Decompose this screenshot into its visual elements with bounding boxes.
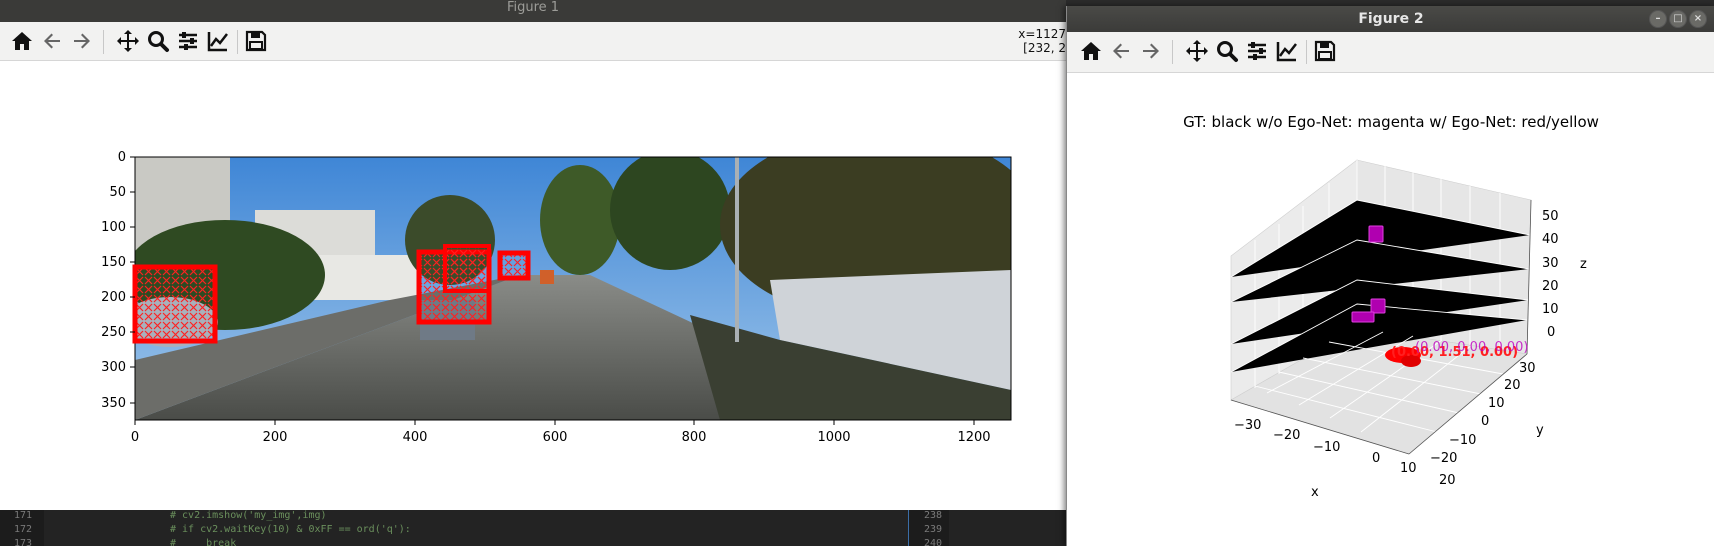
z-tick-label: 30 xyxy=(1542,256,1559,271)
x-tick-labels: 0 200 400 600 800 1000 1200 xyxy=(131,430,991,445)
code-line[interactable]: # break xyxy=(170,538,236,546)
close-icon[interactable]: × xyxy=(1689,10,1707,28)
y-tick-label: 100 xyxy=(101,220,126,235)
y-tick-label: 150 xyxy=(101,255,126,270)
back-icon[interactable] xyxy=(1108,38,1134,64)
save-icon[interactable] xyxy=(1312,38,1338,64)
x-tick-label: 600 xyxy=(543,430,568,445)
z-axis-label: z xyxy=(1580,257,1587,272)
y-tick-label: 50 xyxy=(109,185,126,200)
line-number: 240 xyxy=(924,538,943,546)
y-tick-labels: 0 50 100 150 200 250 300 350 xyxy=(101,150,126,411)
coordinate-readout: x=1127 [232, 2 xyxy=(1018,27,1066,55)
y-tick-label: 0 xyxy=(1481,414,1489,429)
forward-icon[interactable] xyxy=(1138,38,1164,64)
edit-axis-icon[interactable] xyxy=(205,28,231,54)
x-tick-label: −10 xyxy=(1313,440,1340,455)
figure-2-3d-plot[interactable]: GT: black w/o Ego-Net: magenta w/ Ego-Ne… xyxy=(1067,72,1714,546)
x-tick-label: −20 xyxy=(1273,428,1300,443)
y-tick-label: 0 xyxy=(118,150,126,165)
z-tick-labels: 50 40 30 20 10 0 xyxy=(1542,209,1559,340)
x-tick-label: 0 xyxy=(1372,451,1380,466)
toolbar-separator xyxy=(237,30,238,54)
y-tick-label: 20 xyxy=(1504,378,1521,393)
y-tick-label: 30 xyxy=(1519,361,1536,376)
line-number: 171 xyxy=(14,510,33,521)
figure-1-titlebar: Figure 1 xyxy=(0,0,1066,22)
y-tick-label: 250 xyxy=(101,325,126,340)
z-tick-label: 0 xyxy=(1547,325,1555,340)
toolbar-separator xyxy=(103,30,104,54)
y-tick-label: 200 xyxy=(101,290,126,305)
y-tick-label: 300 xyxy=(101,360,126,375)
code-line[interactable]: # if cv2.waitKey(10) & 0xFF == ord('q'): xyxy=(170,524,411,535)
configure-subplots-icon[interactable] xyxy=(1244,38,1270,64)
x-tick-label: 800 xyxy=(682,430,707,445)
figure-1-toolbar: x=1127 [232, 2 xyxy=(0,22,1066,61)
toolbar-separator xyxy=(1172,40,1173,64)
plot-title: GT: black w/o Ego-Net: magenta w/ Ego-Ne… xyxy=(1183,113,1599,131)
y-tick-label: 10 xyxy=(1488,396,1505,411)
toolbar-separator xyxy=(1306,40,1307,64)
x-tick-label: 400 xyxy=(403,430,428,445)
line-number: 238 xyxy=(924,510,943,521)
back-icon[interactable] xyxy=(39,28,65,54)
figure-1-window: Figure 1 x=1127 [232, 2 0 200 400 600 80… xyxy=(0,0,1066,510)
minimize-icon[interactable]: – xyxy=(1649,10,1667,28)
window-title: Figure 2 xyxy=(1358,11,1424,27)
x-tick-label: 1200 xyxy=(957,430,990,445)
figure-2-window: Figure 2 – □ × GT: black w/o Ego-Net: ma… xyxy=(1066,6,1714,546)
line-number: 172 xyxy=(14,524,33,535)
camera-image xyxy=(135,157,1011,420)
y-axis-label: y xyxy=(1536,423,1544,438)
x-tick-label: 200 xyxy=(263,430,288,445)
code-editor-strip: 171 172 173 # cv2.imshow('my_img',img) #… xyxy=(0,510,1066,546)
z-tick-label: 40 xyxy=(1542,232,1559,247)
x-tick-label: 0 xyxy=(131,430,139,445)
x-tick-label: 1000 xyxy=(817,430,850,445)
forward-icon[interactable] xyxy=(69,28,95,54)
z-tick-label: 10 xyxy=(1542,302,1559,317)
z-tick-label: 20 xyxy=(1542,279,1559,294)
point-annotation: (0.00, 0.00, 0.00) xyxy=(1415,340,1529,355)
zoom-icon[interactable] xyxy=(145,28,171,54)
x-tick-label: −30 xyxy=(1234,418,1261,433)
figure-2-toolbar xyxy=(1067,32,1714,73)
x-tick-label: 10 xyxy=(1400,461,1417,476)
x-axis-label: x xyxy=(1311,485,1319,500)
y-tick-label: −20 xyxy=(1430,451,1457,466)
configure-subplots-icon[interactable] xyxy=(175,28,201,54)
figure-1-plot[interactable]: 0 200 400 600 800 1000 1200 0 50 100 150… xyxy=(0,60,1066,510)
z-tick-label: 50 xyxy=(1542,209,1559,224)
pan-icon[interactable] xyxy=(115,28,141,54)
line-number: 173 xyxy=(14,538,33,546)
y-tick-label: 350 xyxy=(101,396,126,411)
y-tick-label: −10 xyxy=(1449,433,1476,448)
line-number: 239 xyxy=(924,524,943,535)
x-tick-label: 20 xyxy=(1439,473,1456,488)
figure-2-titlebar: Figure 2 – □ × xyxy=(1067,6,1714,32)
zoom-icon[interactable] xyxy=(1214,38,1240,64)
edit-axis-icon[interactable] xyxy=(1274,38,1300,64)
home-icon[interactable] xyxy=(9,28,35,54)
pan-icon[interactable] xyxy=(1184,38,1210,64)
code-line[interactable]: # cv2.imshow('my_img',img) xyxy=(170,510,327,521)
home-icon[interactable] xyxy=(1078,38,1104,64)
save-icon[interactable] xyxy=(243,28,269,54)
maximize-icon[interactable]: □ xyxy=(1669,10,1687,28)
